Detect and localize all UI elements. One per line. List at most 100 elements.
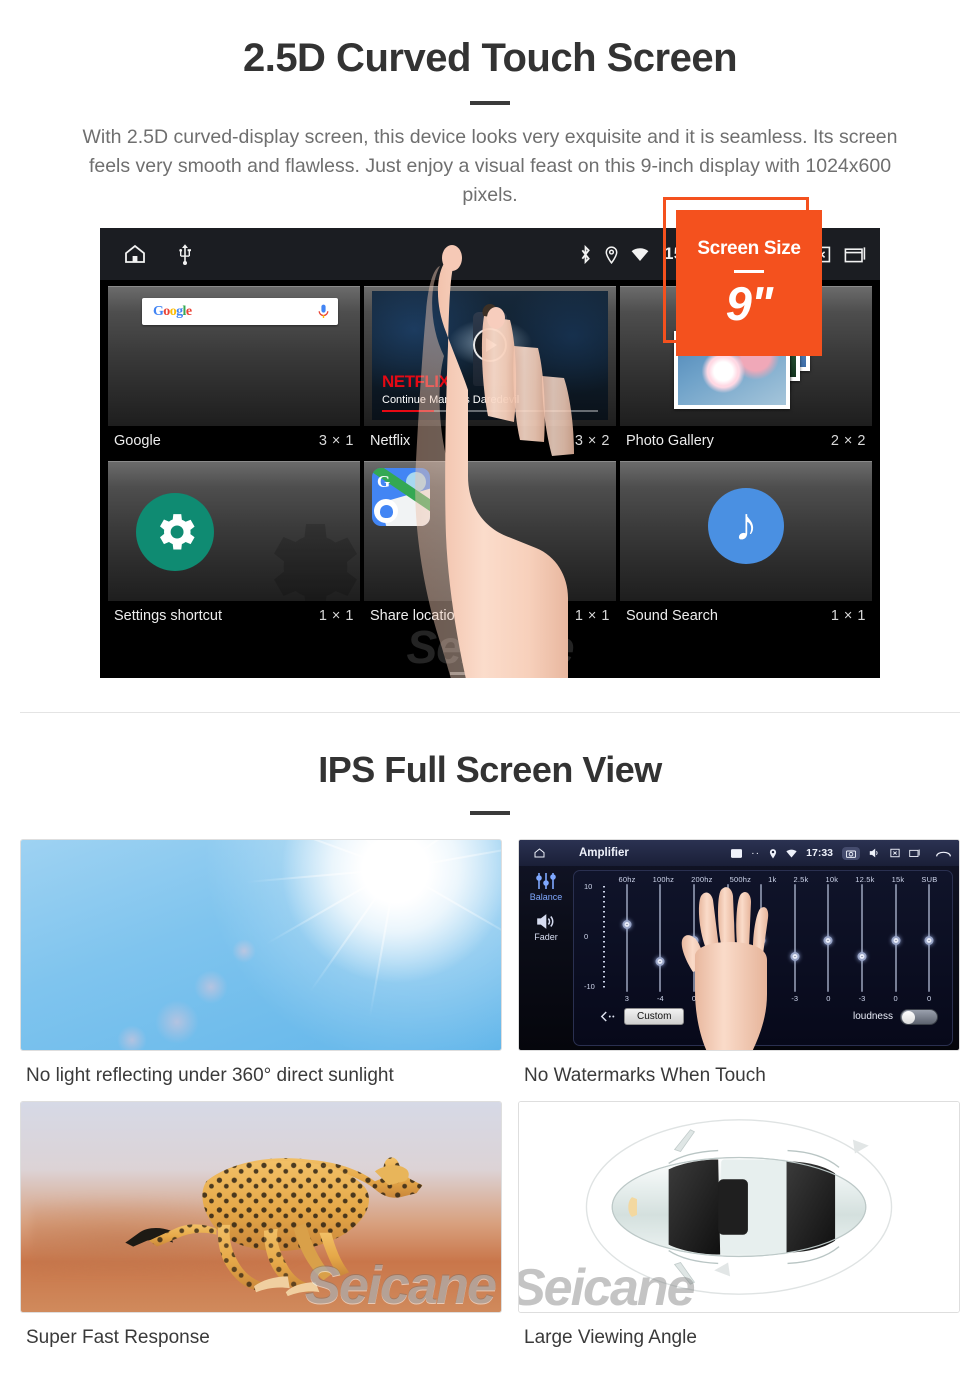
- gear-icon: [136, 492, 214, 571]
- home-icon[interactable]: [533, 847, 546, 859]
- play-icon[interactable]: [473, 328, 507, 363]
- loudness-control[interactable]: loudness: [852, 1008, 938, 1025]
- page-dot-active[interactable]: [508, 672, 530, 675]
- tile-caption: No light reflecting under 360° direct su…: [26, 1065, 394, 1086]
- widget-caption-netflix: Netflix 3 × 2: [364, 426, 616, 458]
- car-image: Seicane: [518, 1101, 960, 1313]
- previous-preset-icon[interactable]: [600, 1011, 616, 1022]
- brand-watermark: Seicane: [304, 1255, 497, 1313]
- widget-cell-sound-search[interactable]: ♪ Sound Search 1 × 1: [620, 461, 872, 633]
- page-dot[interactable]: [450, 672, 472, 675]
- eq-value: -3: [858, 994, 866, 1003]
- location-icon: [769, 848, 777, 859]
- netflix-progress-bar: [382, 409, 598, 412]
- section-divider: [20, 712, 960, 713]
- amplifier-body: Balance Fader 60hz 100hz 200hz 500hz 1k …: [519, 866, 959, 1050]
- eq-band-label: 500hz: [729, 875, 752, 884]
- widget-preview-netflix: NETFLIX Continue Marvel's Daredevil: [364, 286, 616, 426]
- widget-name: Settings shortcut: [114, 608, 222, 624]
- sunlight-image: [20, 839, 502, 1051]
- fader-label: Fader: [534, 932, 558, 942]
- balance-icon[interactable]: [535, 872, 557, 890]
- widget-size: 1 × 1: [830, 608, 866, 624]
- more-icon: ··: [751, 847, 761, 859]
- page-dot[interactable]: [479, 672, 501, 675]
- widget-size: 1 × 1: [318, 608, 354, 624]
- music-note-icon: ♪: [708, 487, 784, 564]
- loudness-toggle[interactable]: [900, 1008, 938, 1025]
- eq-slider[interactable]: [812, 884, 846, 992]
- equalizer-frequency-labels: 60hz 100hz 200hz 500hz 1k 2.5k 10k 12.5k…: [580, 875, 946, 884]
- widget-row-2: Settings shortcut 1 × 1 G Share location…: [104, 461, 876, 636]
- section2-title-underline: [470, 811, 510, 815]
- widget-cell-settings-shortcut[interactable]: Settings shortcut 1 × 1: [108, 461, 360, 633]
- volume-icon[interactable]: [869, 848, 881, 858]
- widget-name: Sound Search: [626, 608, 718, 624]
- usb-icon: [178, 243, 192, 265]
- feature-tile-no-watermarks: Amplifier ·· 17:33 Balance Fader 60hz 10…: [518, 839, 960, 1097]
- widget-preview-sound-search: ♪: [620, 461, 872, 601]
- eq-slider[interactable]: [845, 884, 879, 992]
- home-icon[interactable]: [122, 242, 148, 266]
- amplifier-image: Amplifier ·· 17:33 Balance Fader 60hz 10…: [518, 839, 960, 1051]
- section2-title: IPS Full Screen View: [318, 749, 662, 790]
- widget-size: 2 × 2: [830, 433, 866, 449]
- google-search-bar[interactable]: Google: [142, 298, 338, 325]
- widget-name: Share location: [370, 608, 463, 624]
- badge-fill: Screen Size 9": [676, 210, 822, 356]
- axis-tick: 0: [584, 932, 589, 941]
- location-icon: [605, 245, 618, 264]
- feature-tiles-grid: No light reflecting under 360° direct su…: [20, 839, 960, 1359]
- recent-apps-icon[interactable]: [909, 848, 921, 858]
- microphone-icon[interactable]: [318, 304, 329, 319]
- google-maps-icon: G: [372, 468, 430, 526]
- widget-caption-sound-search: Sound Search 1 × 1: [620, 601, 872, 633]
- eq-slider[interactable]: [879, 884, 913, 992]
- back-icon[interactable]: [936, 848, 951, 858]
- google-logo: Google: [153, 303, 192, 319]
- widget-preview-share-location: G: [364, 461, 616, 601]
- section-curved-touch-screen: 2.5D Curved Touch Screen With 2.5D curve…: [0, 0, 980, 678]
- widget-name: Photo Gallery: [626, 433, 714, 449]
- page-title: 2.5D Curved Touch Screen: [242, 36, 738, 80]
- widget-cell-google[interactable]: Google Google 3 × 1: [108, 286, 360, 458]
- product-feature-page: 2.5D Curved Touch Screen With 2.5D curve…: [0, 0, 980, 1394]
- close-icon[interactable]: [890, 848, 900, 858]
- badge-label: Screen Size: [697, 237, 801, 259]
- widget-cell-share-location[interactable]: G Share location 1 × 1: [364, 461, 616, 633]
- camera-icon[interactable]: [842, 846, 860, 860]
- widget-size: 1 × 1: [574, 608, 610, 624]
- balance-label: Balance: [529, 892, 563, 902]
- fader-icon[interactable]: [535, 913, 557, 930]
- amplifier-title: Amplifier: [579, 847, 629, 859]
- gear-icon-watermark: [250, 507, 360, 601]
- recent-apps-icon[interactable]: [844, 245, 868, 264]
- netflix-character-head: [482, 303, 498, 320]
- screen-size-badge: Screen Size 9": [663, 197, 822, 356]
- eq-band-label: SUB: [921, 875, 938, 884]
- tile-caption: Super Fast Response: [26, 1327, 210, 1348]
- eq-value: 0: [927, 994, 932, 1003]
- loudness-label: loudness: [852, 1011, 893, 1022]
- widget-caption-share-location: Share location 1 × 1: [364, 601, 616, 633]
- amplifier-status-bar: Amplifier ·· 17:33: [519, 840, 959, 866]
- widget-cell-netflix[interactable]: NETFLIX Continue Marvel's Daredevil Netf…: [364, 286, 616, 458]
- widget-size: 3 × 2: [574, 433, 610, 449]
- eq-band-label: 60hz: [618, 875, 636, 884]
- page-indicator[interactable]: [100, 672, 880, 675]
- tile-caption: No Watermarks When Touch: [524, 1065, 766, 1086]
- eq-slider[interactable]: [912, 884, 946, 992]
- tile-caption: Large Viewing Angle: [524, 1327, 697, 1348]
- eq-band-label: 1k: [768, 875, 777, 884]
- eq-slider[interactable]: [610, 884, 644, 992]
- axis-tick: -10: [584, 982, 595, 991]
- eq-value: 0: [826, 994, 831, 1003]
- widget-preview-google: Google: [108, 286, 360, 426]
- settings-gear-wrap: [136, 492, 214, 571]
- title-underline: [470, 101, 510, 105]
- eq-value: 3: [624, 994, 629, 1003]
- blue-sky-sun-flare: [21, 840, 501, 1050]
- badge-divider: [734, 269, 764, 273]
- widget-caption-google: Google 3 × 1: [108, 426, 360, 458]
- eq-band-label: 2.5k: [793, 875, 809, 884]
